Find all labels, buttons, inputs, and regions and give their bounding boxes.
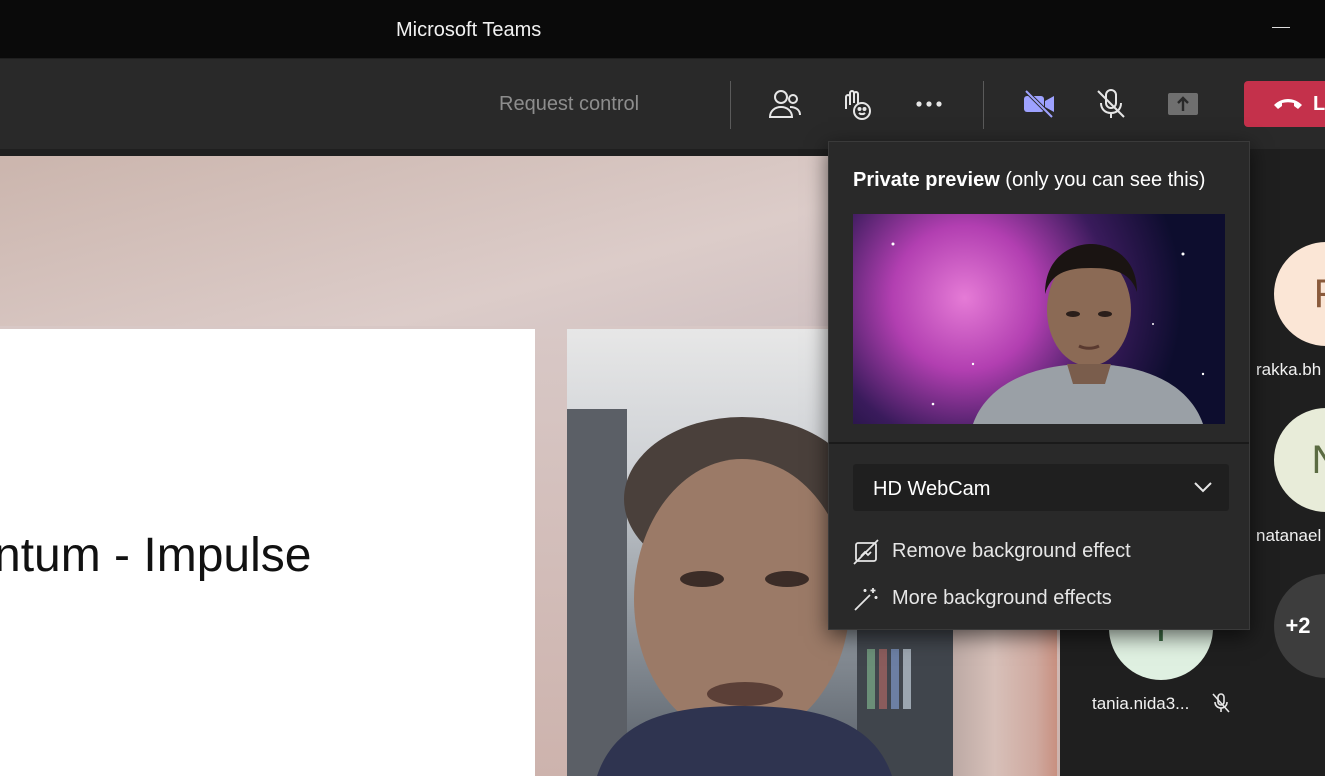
- chevron-down-icon: [1194, 482, 1212, 493]
- presentation-slide: ntum - Impulse: [0, 329, 535, 776]
- remove-background-option[interactable]: Remove background effect: [853, 536, 1173, 566]
- toolbar-divider: [983, 81, 984, 129]
- title-bar: Microsoft Teams: [0, 0, 1325, 58]
- participant-name: tania.nida3...: [1092, 694, 1190, 713]
- popup-heading: Private preview (only you can see this): [853, 169, 1205, 192]
- more-participants-button[interactable]: +2: [1274, 574, 1325, 678]
- share-screen-icon[interactable]: [1166, 87, 1200, 121]
- heading-note: (only you can see this): [999, 169, 1206, 191]
- toolbar-divider: [730, 81, 731, 129]
- participants-icon[interactable]: [768, 87, 802, 121]
- avatar-initial: N: [1312, 438, 1325, 483]
- camera-select-value: HD WebCam: [873, 478, 991, 500]
- more-count: +2: [1285, 613, 1311, 638]
- camera-select[interactable]: HD WebCam: [853, 464, 1229, 511]
- participant-name: natanael: [1256, 526, 1322, 545]
- leave-button[interactable]: L: [1244, 81, 1325, 127]
- participant-avatar[interactable]: F: [1274, 242, 1325, 346]
- remove-background-icon: [853, 539, 879, 565]
- window-title: Microsoft Teams: [396, 19, 542, 41]
- avatar-initial: F: [1314, 272, 1325, 317]
- request-control-button[interactable]: Request control: [499, 93, 639, 116]
- preview-image: [891, 242, 1205, 424]
- popup-divider: [829, 442, 1249, 444]
- remove-background-label: Remove background effect: [892, 540, 1131, 562]
- private-preview-video: [853, 214, 1225, 424]
- heading-bold: Private preview: [853, 169, 1000, 191]
- participant-name: rakka.bh: [1256, 360, 1322, 379]
- participant-mic-off-icon: [1212, 693, 1230, 713]
- participant-avatar[interactable]: N: [1274, 408, 1325, 512]
- mic-off-icon[interactable]: [1094, 87, 1128, 121]
- leave-label: L: [1313, 93, 1325, 115]
- hang-up-icon: [1274, 99, 1302, 109]
- meeting-toolbar: Request control L: [0, 59, 1325, 149]
- slide-title: ntum - Impulse: [0, 529, 312, 582]
- magic-wand-icon: [854, 588, 878, 611]
- background-effects-popup: Private preview (only you can see this) …: [828, 141, 1250, 630]
- minimize-button[interactable]: [1272, 27, 1290, 28]
- more-background-label: More background effects: [892, 587, 1112, 609]
- more-options-icon[interactable]: [912, 87, 946, 121]
- reactions-icon[interactable]: [840, 87, 874, 121]
- more-background-effects-option[interactable]: More background effects: [853, 583, 1173, 613]
- camera-off-icon[interactable]: [1022, 87, 1056, 121]
